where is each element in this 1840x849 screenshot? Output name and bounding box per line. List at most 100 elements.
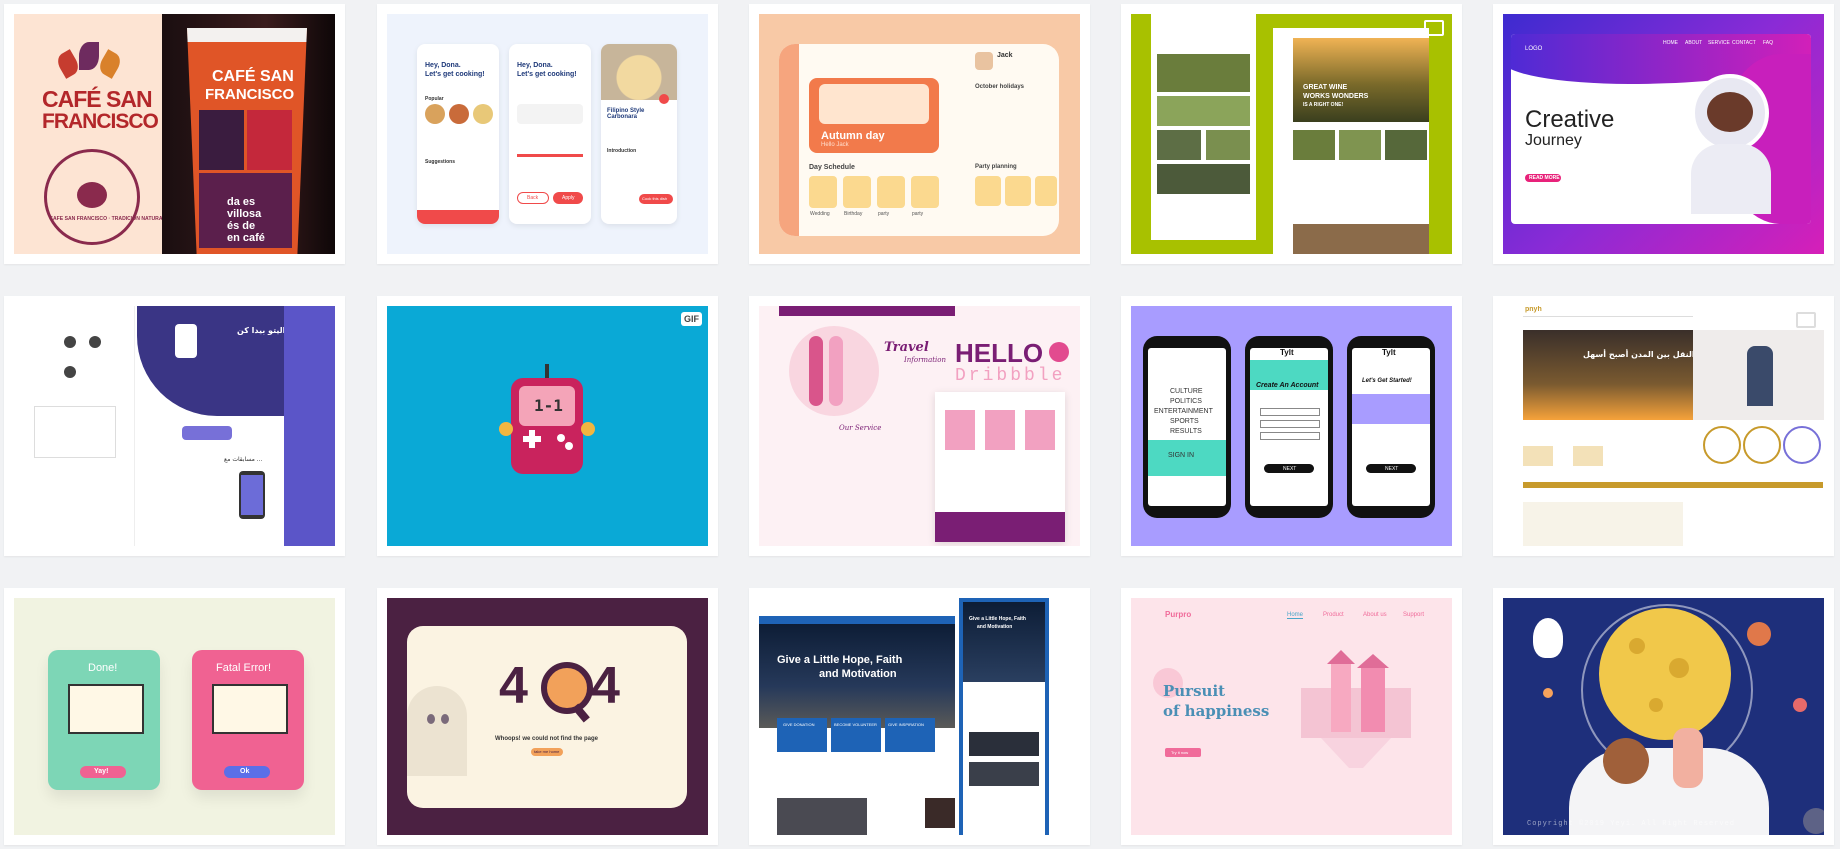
shot-card-cafe-san-francisco[interactable]: CAFÉ SAN FRANCISCO CAFE SAN FRANCISCO · … [4, 4, 345, 264]
get-started-title: Let's Get Started! [1362, 378, 1412, 384]
shot-card-purpro-landing[interactable]: Purpro Home Product About us Support Pur… [1121, 588, 1462, 845]
hero-image [1293, 38, 1429, 122]
cup-tag-2: villosa [227, 208, 262, 220]
shot-card-arabic-landing[interactable]: همين الان واليتو بيدا كن مسابقات مع ... [4, 296, 345, 556]
phone-screen-1: Hey, Dona. Let's get cooking! Popular Su… [417, 44, 499, 224]
back-label: Back [527, 195, 539, 201]
apply-button[interactable]: Apply [553, 192, 583, 204]
card-donation[interactable]: GIVE DONATION [777, 718, 827, 752]
shot-card-autumn-dashboard[interactable]: Autumn day Hello Jack Day Schedule Weddi… [749, 4, 1090, 264]
apply-label: Apply [562, 195, 575, 201]
shot-card-creative-journey[interactable]: LOGO HOME ABOUT SERVICE CONTACT FAQ Crea… [1493, 4, 1834, 264]
astronaut-figure [1673, 728, 1703, 788]
scroll-to-top-button[interactable] [1803, 808, 1824, 834]
brand-logo: pnyh [1525, 306, 1542, 313]
menu-politics[interactable]: POLITICS [1170, 398, 1202, 405]
nav-about[interactable]: ABOUT [1685, 40, 1702, 46]
shot-card-done-error-dialogs[interactable]: Done! Yay! Fatal Error! Ok [4, 588, 345, 845]
yay-button[interactable]: Yay! [80, 766, 126, 778]
not-found-message: Whoops! we could not find the page [495, 736, 598, 742]
error-card: 4 4 Whoops! we could not find the page t… [407, 626, 687, 808]
brand-logo[interactable]: Purpro [1165, 610, 1191, 619]
robot-character: 1-1 [499, 364, 595, 474]
shot-thumbnail: Done! Yay! Fatal Error! Ok [14, 598, 335, 835]
next-button[interactable]: NEXT [1264, 464, 1314, 473]
schedule-title: Day Schedule [809, 164, 855, 171]
hero-banner: النقل بين المدن أصبح أسهل [1523, 330, 1695, 420]
nav-faq[interactable]: FAQ [1763, 40, 1773, 46]
try-now-button[interactable]: Try it now [1165, 748, 1201, 757]
cook-dish-button[interactable]: Cook this dish [639, 194, 673, 204]
done-dialog: Done! Yay! [48, 650, 160, 790]
arabic-hero: النقل بين المدن أصبح أسهل [1583, 350, 1695, 359]
shot-card-charity-website[interactable]: Give a Little Hope, Faith and Motivation… [749, 588, 1090, 845]
hero-banner[interactable]: Autumn day Hello Jack [809, 78, 939, 153]
sign-in-button[interactable]: SIGN IN [1168, 452, 1194, 459]
shot-card-404-page[interactable]: 4 4 Whoops! we could not find the page t… [377, 588, 718, 845]
party-title: Party planning [975, 164, 1017, 170]
card-inspiration-label: GIVE INSPIRATION [888, 722, 924, 727]
menu-entertainment[interactable]: ENTERTAINMENT [1154, 408, 1213, 415]
shot-thumbnail: LOGO HOME ABOUT SERVICE CONTACT FAQ Crea… [1503, 14, 1824, 254]
shot-thumbnail: CAFÉ SAN FRANCISCO CAFE SAN FRANCISCO · … [14, 14, 335, 254]
shot-card-wine-website[interactable]: GREAT WINE WORKS WONDERS IS A RIGHT ONE! [1121, 4, 1462, 264]
popular-label: Popular [425, 96, 444, 102]
robot-face: 1-1 [534, 396, 563, 415]
cup-tag-4: en café [227, 232, 265, 244]
card-inspiration[interactable]: GIVE INSPIRATION [885, 718, 935, 752]
nav-service[interactable]: SERVICE [1708, 40, 1730, 46]
hero-title: Autumn day [821, 130, 885, 142]
error-dialog: Fatal Error! Ok [192, 650, 304, 790]
menu-results[interactable]: RESULTS [1170, 428, 1202, 435]
shot-card-tylt-app[interactable]: CULTURE POLITICS ENTERTAINMENT SPORTS RE… [1121, 296, 1462, 556]
nav-contact[interactable]: CONTACT [1732, 40, 1756, 46]
nav-product[interactable]: Product [1323, 612, 1344, 618]
shot-card-transport-website[interactable]: pnyh النقل بين المدن أصبح أسهل [1493, 296, 1834, 556]
hero-headline-1: GREAT WINE [1303, 84, 1348, 91]
shot-thumbnail: Autumn day Hello Jack Day Schedule Weddi… [759, 14, 1080, 254]
shot-thumbnail: Give a Little Hope, Faith and Motivation… [759, 598, 1080, 835]
back-button[interactable]: Back [517, 192, 549, 204]
shot-card-hello-dribbble[interactable]: Travel Information Our Service HELLO Dri… [749, 296, 1090, 556]
avatar [975, 52, 993, 70]
landing-card: LOGO HOME ABOUT SERVICE CONTACT FAQ Crea… [1511, 34, 1811, 224]
read-more-button[interactable]: READ MORE [1525, 174, 1561, 182]
shot-card-moon-astronaut[interactable]: Copyright ©2019 Yeyi. All Right Reserved [1493, 588, 1834, 845]
nav-home[interactable]: Home [1287, 612, 1304, 619]
brand-logo: Tylt [1382, 348, 1396, 357]
brand-logo: Tylt [1280, 348, 1294, 357]
hero-title: Creative [1525, 106, 1615, 133]
cookie [1603, 738, 1649, 784]
travel-subtitle: Information [904, 356, 947, 364]
hero-title-1: Pursuit [1163, 682, 1226, 700]
menu-sports[interactable]: SPORTS [1170, 418, 1199, 425]
nav-support[interactable]: Support [1403, 612, 1424, 618]
shot-card-gameboy-robot[interactable]: 1-1 GIF [377, 296, 718, 556]
nav-home[interactable]: HOME [1663, 40, 1678, 46]
create-account-title: Create An Account [1256, 382, 1319, 389]
next-button[interactable]: NEXT [1366, 464, 1416, 473]
greeting-2: Let's get cooking! [425, 71, 485, 78]
ghost [407, 686, 467, 776]
castle-illustration [1301, 650, 1411, 768]
user-name: Jack [997, 52, 1013, 59]
dish-title: Filipino Style Carbonara [607, 108, 645, 120]
shot-card-cooking-app[interactable]: Hey, Dona. Let's get cooking! Popular Su… [377, 4, 718, 264]
cup-photo: CAFÉ SAN FRANCISCO da es villosa és de e… [162, 14, 335, 254]
card-volunteer[interactable]: BECOME VOLUNTEER [831, 718, 881, 752]
ok-button[interactable]: Ok [224, 766, 270, 778]
shot-thumbnail: pnyh النقل بين المدن أصبح أسهل [1503, 306, 1824, 546]
day-label-3: party [878, 211, 890, 217]
logo[interactable]: LOGO [1525, 46, 1542, 52]
take-me-home-button[interactable]: take me home [531, 748, 563, 756]
dribbble-icon [1049, 342, 1069, 362]
nav-about[interactable]: About us [1363, 612, 1387, 618]
travel-title: Travel [884, 340, 929, 355]
greeting: Hey, Dona. [517, 62, 553, 69]
copyright-watermark: Copyright ©2019 Yeyi. All Right Reserved [1527, 820, 1736, 828]
cook-dish-label: Cook this dish [642, 196, 668, 201]
menu-culture[interactable]: CULTURE [1170, 388, 1203, 395]
shot-thumbnail: 1-1 GIF [387, 306, 708, 546]
phone-screen-3: Filipino Style Carbonara Introduction Co… [601, 44, 677, 224]
error-title: Fatal Error! [216, 662, 272, 674]
